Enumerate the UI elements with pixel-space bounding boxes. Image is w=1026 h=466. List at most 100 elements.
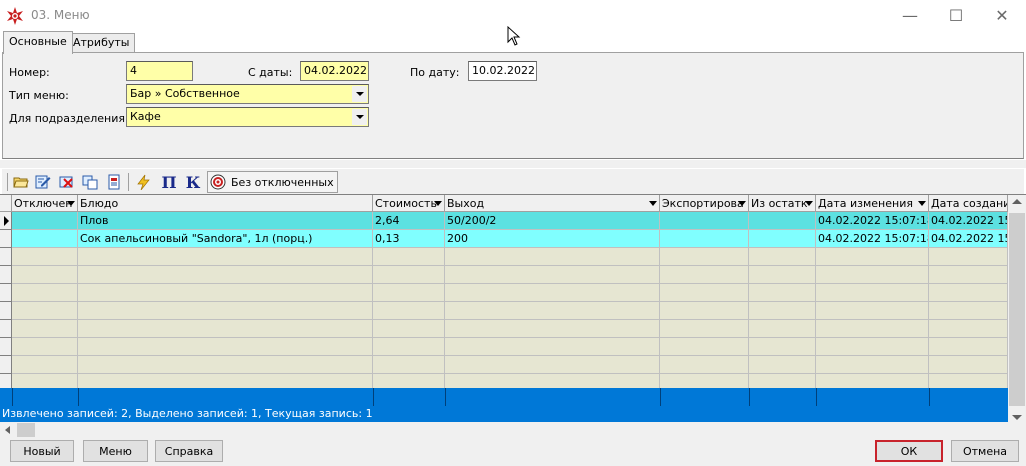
column-header-created[interactable]: Дата создания <box>929 195 1008 212</box>
date-to-input[interactable]: 10.02.2022 <box>468 61 537 81</box>
minimize-button[interactable]: — <box>887 0 933 31</box>
empty-cell <box>749 248 816 266</box>
horizontal-scroll-thumb[interactable] <box>17 423 35 437</box>
star-burst-icon <box>7 7 23 25</box>
scroll-up-icon[interactable] <box>1012 199 1022 204</box>
cell-cost[interactable]: 2,64 <box>373 212 445 230</box>
row-indicator[interactable] <box>0 212 12 230</box>
number-input[interactable]: 4 <box>126 61 193 81</box>
maximize-button[interactable]: ☐ <box>933 0 979 31</box>
tab-main[interactable]: Основные <box>3 31 73 54</box>
empty-table-row <box>0 284 1008 302</box>
chevron-down-icon[interactable] <box>805 201 813 206</box>
vertical-scrollbar[interactable] <box>1008 195 1026 408</box>
date-from-input[interactable]: 04.02.2022 <box>300 61 369 81</box>
column-header-dish[interactable]: Блюдо <box>78 195 373 212</box>
cell-disabled[interactable] <box>12 230 78 248</box>
empty-cell <box>78 356 373 374</box>
empty-cell <box>373 320 445 338</box>
cancel-button[interactable]: Отмена <box>951 440 1019 462</box>
cell-exported[interactable] <box>660 212 749 230</box>
grid-indicator-header <box>0 195 12 212</box>
empty-cell <box>12 338 78 356</box>
empty-cell <box>445 248 660 266</box>
chevron-down-icon[interactable] <box>918 201 926 206</box>
table-row[interactable]: Плов 2,64 50/200/2 04.02.2022 15:07:18 0… <box>0 212 1008 230</box>
menu-items-grid[interactable]: Отключен Блюдо Стоимость Выход Экспортир… <box>0 194 1026 408</box>
tab-attributes[interactable]: Атрибуты <box>67 33 136 54</box>
empty-cell <box>816 338 929 356</box>
cell-created[interactable]: 04.02.2022 15:0 <box>929 212 1008 230</box>
summary-separator <box>660 388 661 408</box>
lightning-button[interactable] <box>133 172 153 192</box>
k-button[interactable]: К <box>183 172 203 192</box>
empty-table-row <box>0 266 1008 284</box>
horizontal-scrollbar[interactable] <box>0 422 1008 438</box>
row-indicator[interactable] <box>0 230 12 248</box>
summary-separator <box>373 388 374 408</box>
column-header-disabled[interactable]: Отключен <box>12 195 78 212</box>
current-row-arrow-icon <box>4 216 9 226</box>
chevron-down-icon[interactable] <box>434 201 442 206</box>
empty-cell <box>660 320 749 338</box>
empty-cell <box>660 356 749 374</box>
empty-cell <box>445 284 660 302</box>
filter-disabled-toggle[interactable]: Без отключенных <box>207 171 338 193</box>
column-header-yield[interactable]: Выход <box>445 195 660 212</box>
menu-type-select[interactable]: Бар » Собственное <box>126 84 369 104</box>
cell-from-stock[interactable] <box>749 212 816 230</box>
cell-dish[interactable]: Сок апельсиновый "Sandora", 1л (порц.) <box>78 230 373 248</box>
row-indicator <box>0 338 12 356</box>
empty-cell <box>660 302 749 320</box>
chevron-down-icon[interactable] <box>352 86 367 102</box>
k-icon: К <box>185 172 201 192</box>
cell-created[interactable]: 04.02.2022 15:0 <box>929 230 1008 248</box>
cell-cost[interactable]: 0,13 <box>373 230 445 248</box>
ok-button[interactable]: ОК <box>875 440 943 462</box>
print-button[interactable] <box>104 172 124 192</box>
cell-yield[interactable]: 200 <box>445 230 660 248</box>
row-indicator <box>0 302 12 320</box>
column-header-exported[interactable]: Экспортирова <box>660 195 749 212</box>
title-bar[interactable]: 03. Меню — ☐ ✕ <box>0 0 1026 46</box>
close-button[interactable]: ✕ <box>979 0 1025 31</box>
scroll-down-icon[interactable] <box>1012 415 1022 420</box>
edit-record-button[interactable] <box>33 172 53 192</box>
cell-dish[interactable]: Плов <box>78 212 373 230</box>
cell-modified[interactable]: 04.02.2022 15:07:18 <box>816 212 929 230</box>
chevron-down-icon[interactable] <box>352 109 367 125</box>
cell-disabled[interactable] <box>12 212 78 230</box>
chevron-down-icon[interactable] <box>67 201 75 206</box>
empty-cell <box>445 338 660 356</box>
window-title: 03. Меню <box>31 8 90 22</box>
table-row[interactable]: Сок апельсиновый "Sandora", 1л (порц.) 0… <box>0 230 1008 248</box>
tab-attributes-label: Атрибуты <box>73 36 130 49</box>
cell-modified[interactable]: 04.02.2022 15:07:18 <box>816 230 929 248</box>
empty-cell <box>660 284 749 302</box>
close-icon: ✕ <box>995 6 1009 25</box>
cell-exported[interactable] <box>660 230 749 248</box>
column-header-modified[interactable]: Дата изменения <box>816 195 929 212</box>
column-header-cost[interactable]: Стоимость <box>373 195 445 212</box>
chevron-down-icon[interactable] <box>738 201 746 206</box>
cell-from-stock[interactable] <box>749 230 816 248</box>
open-folder-button[interactable] <box>11 172 31 192</box>
help-button[interactable]: Справка <box>155 440 223 462</box>
empty-table-row <box>0 248 1008 266</box>
cell-yield[interactable]: 50/200/2 <box>445 212 660 230</box>
pi-button[interactable]: П <box>159 172 179 192</box>
column-header-from-stock[interactable]: Из остатк <box>749 195 816 212</box>
panel-gap <box>0 160 1026 168</box>
menu-button[interactable]: Меню <box>83 440 148 462</box>
scroll-left-icon[interactable] <box>5 426 10 434</box>
new-button[interactable]: Новый <box>10 440 74 462</box>
empty-cell <box>660 248 749 266</box>
vertical-scroll-thumb[interactable] <box>1009 213 1025 408</box>
copy-record-button[interactable] <box>80 172 100 192</box>
delete-record-button[interactable] <box>57 172 77 192</box>
empty-cell <box>749 302 816 320</box>
division-select[interactable]: Кафе <box>126 107 369 127</box>
print-icon <box>108 174 120 190</box>
empty-cell <box>929 338 1008 356</box>
chevron-down-icon[interactable] <box>649 201 657 206</box>
